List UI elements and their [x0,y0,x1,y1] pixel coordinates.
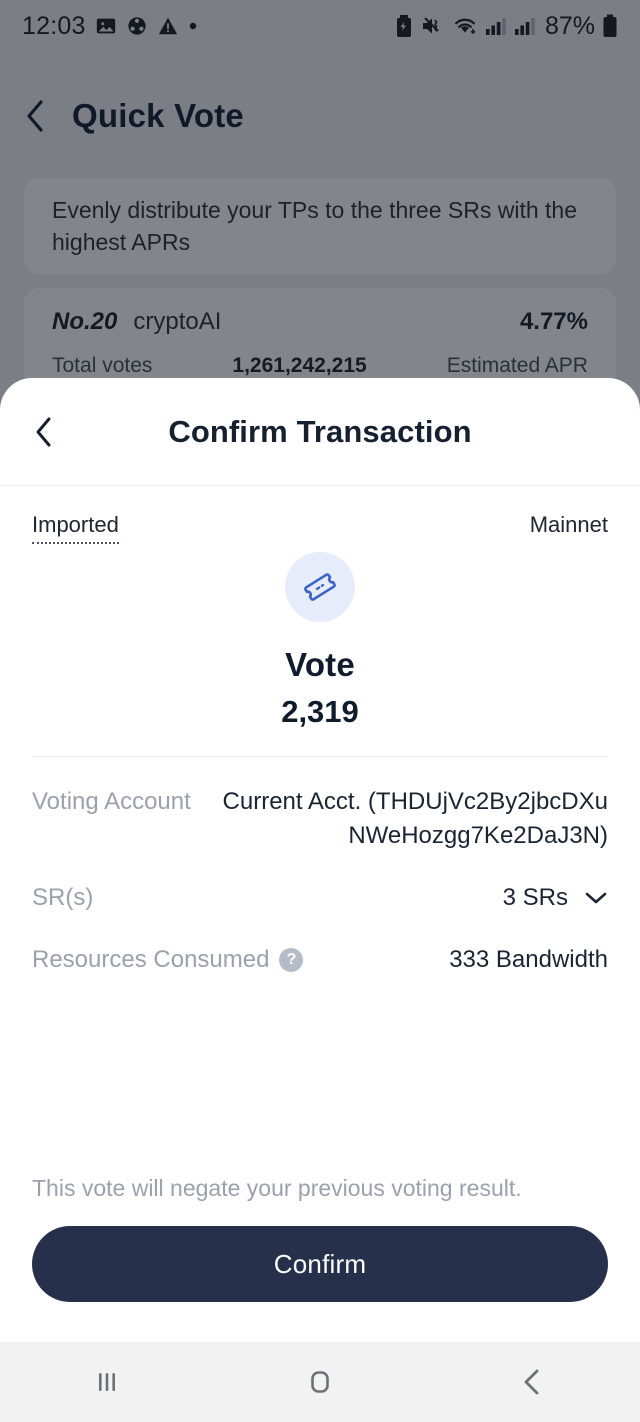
footer-note: This vote will negate your previous voti… [32,1175,522,1201]
chevron-left-icon[interactable] [20,99,50,133]
sr-apr: 4.77% [519,308,588,335]
status-bar-right: 87% [394,12,618,41]
transaction-type-label: Vote [285,646,355,683]
sr-total-votes-label: Total votes [52,354,153,377]
chevron-left-icon[interactable] [26,413,62,451]
sr-estimated-apr-label: Estimated APR [446,354,588,377]
sheet-footer: This vote will negate your previous voti… [0,1175,640,1342]
mute-vibrate-icon [421,15,445,37]
back-icon[interactable] [478,1342,588,1422]
status-bar: 12:03 87% [0,0,640,52]
status-bar-left: 12:03 [22,12,198,41]
voting-account-value: Current Acct. (THDUjVc2By2jbcDXuNWeHozgg… [222,788,608,849]
account-source-badge[interactable]: Imported [32,512,119,544]
detail-label-group: Resources Consumed ? [32,943,304,977]
sr-rank: No.20 [52,308,118,335]
sr-row-top: No.20 cryptoAI 4.77% [52,308,588,336]
question-mark-icon[interactable]: ? [279,948,304,972]
sheet-header: Confirm Transaction [0,378,640,486]
signal-bars-2-icon [514,16,536,36]
network-name: Mainnet [529,512,608,537]
dot-icon [188,21,198,31]
detail-row-srs[interactable]: SR(s) 3 SRs [32,853,608,915]
srs-value-group[interactable]: 3 SRs [503,881,608,915]
confirm-button[interactable]: Confirm [32,1226,608,1302]
transaction-amount: 2,319 [281,694,359,729]
sheet-title: Confirm Transaction [168,413,472,449]
recents-icon[interactable] [52,1342,162,1422]
detail-label: SR(s) [32,884,94,911]
home-icon[interactable] [265,1342,375,1422]
detail-row-resources: Resources Consumed ? 333 Bandwidth [32,915,608,977]
confirm-transaction-sheet: Confirm Transaction Imported Mainnet Vot… [0,378,640,1342]
hint-text: Evenly distribute your TPs to the three … [52,197,577,255]
signal-bars-icon [485,16,507,36]
resources-consumed-label: Resources Consumed [32,946,270,973]
sr-name: cryptoAI [133,308,222,335]
resources-consumed-value: 333 Bandwidth [449,946,608,973]
warning-icon [157,15,179,37]
sr-total-votes-value: 1,261,242,215 [232,354,367,377]
battery-icon [602,14,618,38]
battery-saver-icon [394,14,414,38]
sr-row-bottom: Total votes 1,261,242,215 Estimated APR [52,354,588,378]
network-row: Imported Mainnet [0,486,640,544]
image-icon [95,15,117,37]
ticket-vote-icon [285,552,355,622]
sr-row-identity: No.20 cryptoAI [52,308,221,336]
transaction-hero: Vote 2,319 [0,552,640,730]
detail-label: Voting Account [32,788,191,815]
wifi-icon [452,15,478,37]
status-bar-clock: 12:03 [22,11,86,40]
system-navigation-bar [0,1342,640,1422]
hint-card: Evenly distribute your TPs to the three … [24,178,616,274]
app-header: Quick Vote [0,78,640,154]
transaction-details: Voting Account Current Acct. (THDUjVc2By… [0,757,640,977]
share-sync-icon [126,15,148,37]
srs-count-value: 3 SRs [502,884,568,911]
battery-percentage: 87% [544,11,595,40]
chevron-down-icon[interactable] [584,881,608,915]
page-title: Quick Vote [72,97,244,134]
detail-row-voting-account: Voting Account Current Acct. (THDUjVc2By… [32,757,608,853]
